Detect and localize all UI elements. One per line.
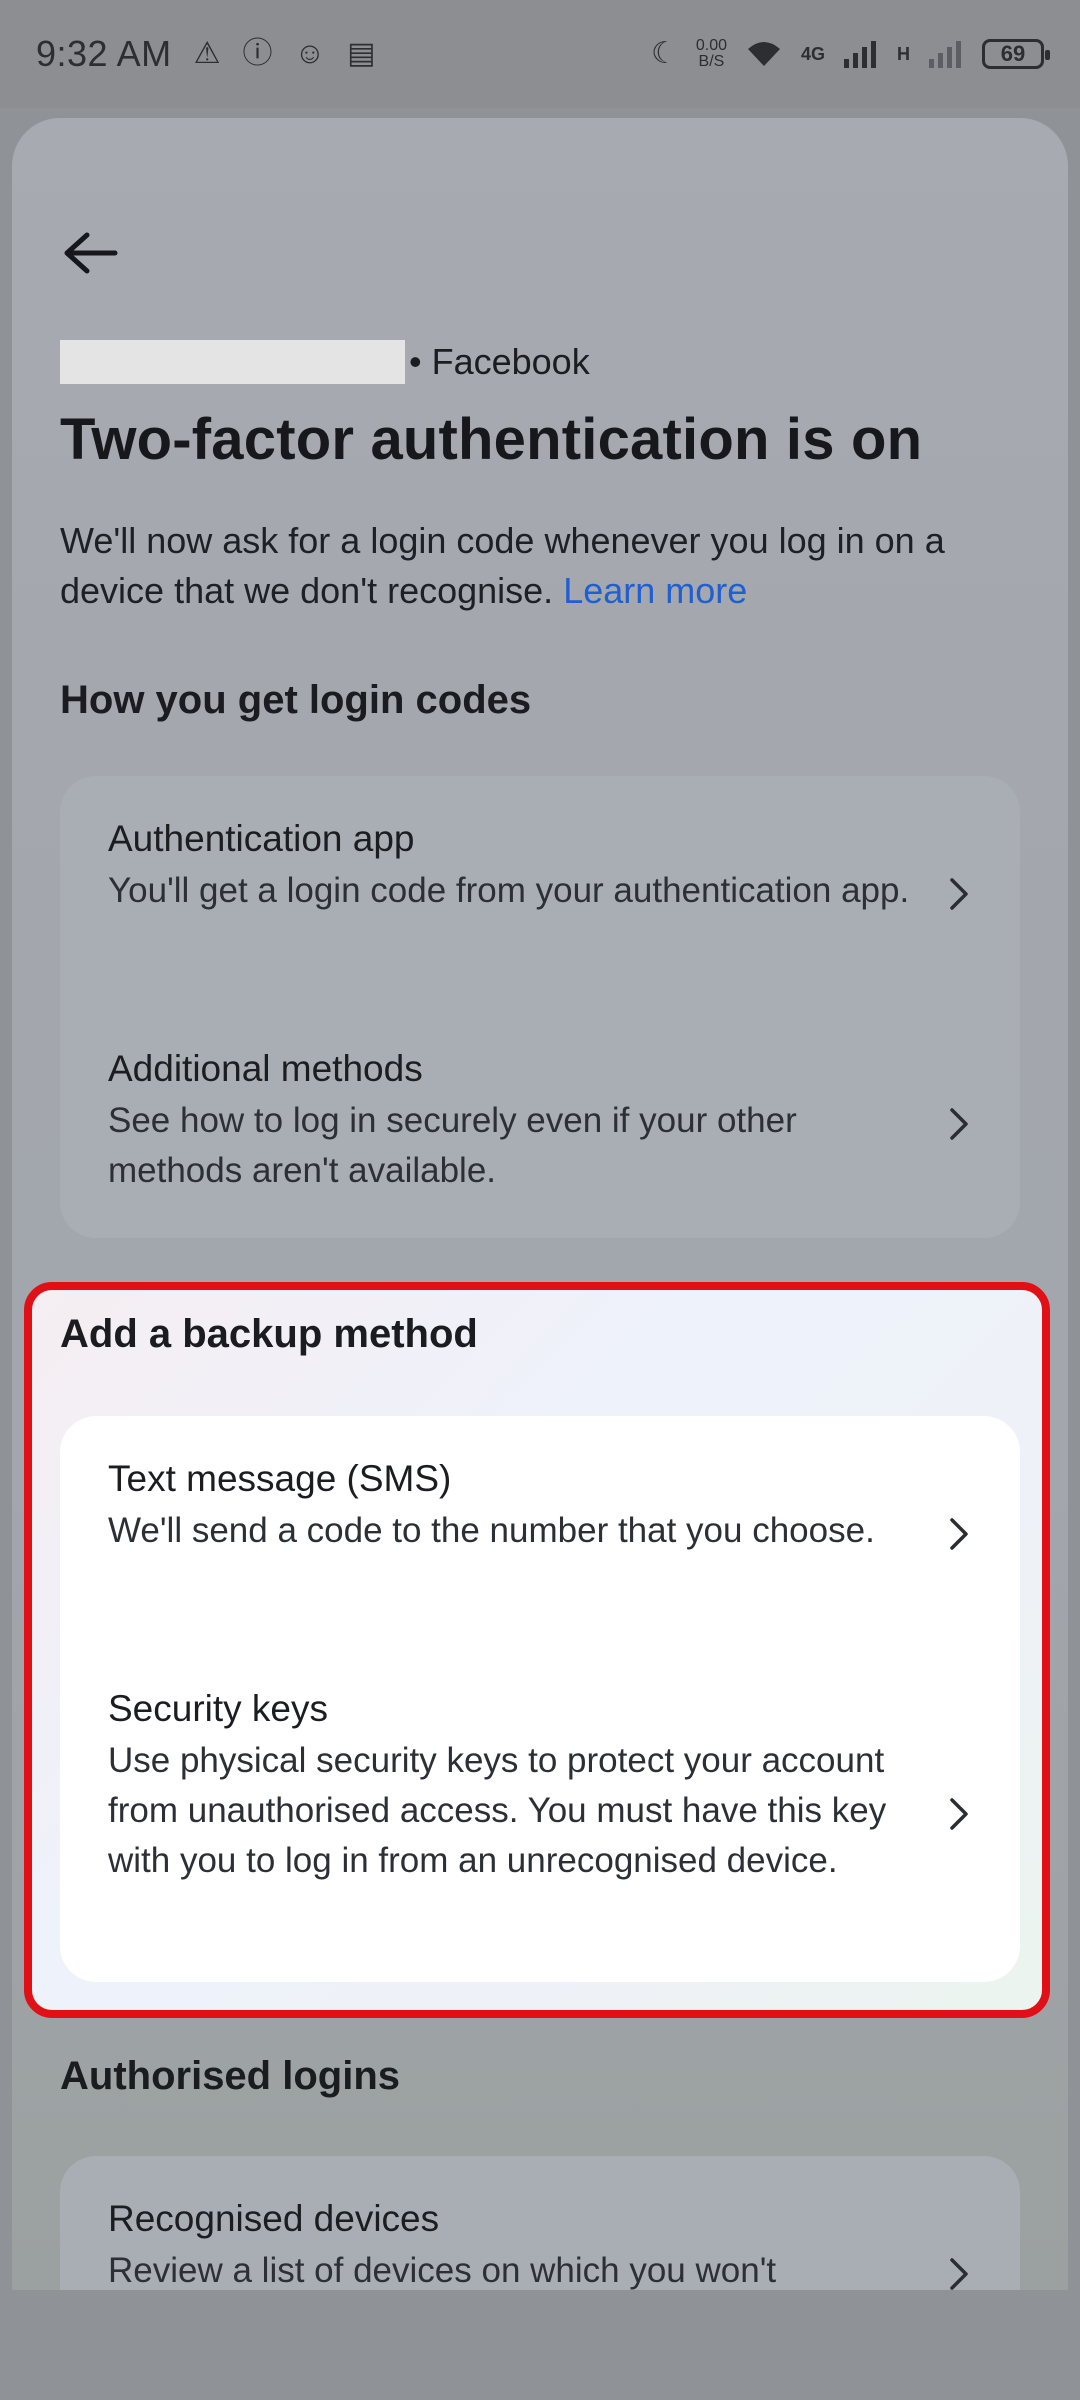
status-bar: 9:32 AM ⚠ ⓘ ☺ ▤ ☾ 0.00 B/S 4G H 69 xyxy=(0,0,1080,108)
security-keys-title: Security keys xyxy=(108,1688,329,1729)
clipboard-icon: ▤ xyxy=(347,37,376,70)
warning-icon: ⚠ xyxy=(193,37,221,70)
battery-icon: 69 xyxy=(982,39,1050,69)
page-description: We'll now ask for a login code whenever … xyxy=(60,516,1040,616)
chevron-right-icon xyxy=(950,1518,968,1550)
info-icon: ⓘ xyxy=(242,37,273,70)
bottom-overlay-bar xyxy=(0,2290,1080,2400)
smiley-icon: ☺ xyxy=(294,37,326,70)
authentication-app-item[interactable]: Authentication app You'll get a login co… xyxy=(60,818,1020,916)
wifi-icon xyxy=(747,42,780,66)
status-time: 9:32 AM xyxy=(36,33,172,74)
status-right: ☾ 0.00 B/S 4G H 69 xyxy=(650,37,1050,70)
description-text: We'll now ask for a login code whenever … xyxy=(60,520,945,611)
learn-more-link[interactable]: Learn more xyxy=(563,570,747,611)
page-title: Two-factor authentication is on xyxy=(60,407,923,472)
moon-icon: ☾ xyxy=(650,37,678,70)
security-keys-item[interactable]: Security keys Use physical security keys… xyxy=(60,1688,1020,1886)
arrow-left-icon xyxy=(64,232,118,274)
additional-methods-item[interactable]: Additional methods See how to log in sec… xyxy=(60,1048,1020,1196)
redacted-account-name xyxy=(60,340,405,384)
additional-methods-title: Additional methods xyxy=(108,1048,423,1089)
text-message-title: Text message (SMS) xyxy=(108,1458,452,1499)
recognised-devices-item[interactable]: Recognised devices Review a list of devi… xyxy=(60,2198,1020,2296)
two-factor-sheet: • Facebook Two-factor authentication is … xyxy=(12,118,1068,2400)
chevron-right-icon xyxy=(950,878,968,910)
back-button[interactable] xyxy=(56,218,126,288)
backup-method-card: Text message (SMS) We'll send a code to … xyxy=(60,1416,1020,1982)
battery-level: 69 xyxy=(1000,41,1026,66)
chevron-right-icon xyxy=(950,1798,968,1830)
net-speed: 0.00 B/S xyxy=(696,38,727,70)
account-platform: • Facebook xyxy=(409,341,590,382)
status-left: 9:32 AM ⚠ ⓘ ☺ ▤ xyxy=(36,33,376,75)
recognised-devices-desc: Review a list of devices on which you wo… xyxy=(108,2251,777,2290)
text-message-desc: We'll send a code to the number that you… xyxy=(108,1511,875,1550)
text-message-item[interactable]: Text message (SMS) We'll send a code to … xyxy=(60,1458,1020,1556)
net-speed-unit: B/S xyxy=(698,53,725,70)
signal-icon xyxy=(844,41,876,68)
network-type-4g: 4G xyxy=(800,44,825,64)
net-speed-value: 0.00 xyxy=(695,37,727,54)
login-codes-card: Authentication app You'll get a login co… xyxy=(60,776,1020,1238)
recognised-devices-title: Recognised devices xyxy=(108,2198,440,2239)
backup-method-heading: Add a backup method xyxy=(60,1312,478,1356)
chevron-right-icon xyxy=(950,2258,968,2290)
signal-weak-icon xyxy=(929,41,961,68)
login-codes-heading: How you get login codes xyxy=(60,678,532,722)
account-line: • Facebook xyxy=(60,340,590,384)
network-type-h: H xyxy=(897,44,910,64)
additional-methods-desc: See how to log in securely even if your … xyxy=(108,1101,797,1190)
authentication-app-desc: You'll get a login code from your authen… xyxy=(108,871,910,910)
security-keys-desc: Use physical security keys to protect yo… xyxy=(108,1741,887,1880)
authorised-logins-heading: Authorised logins xyxy=(60,2054,400,2098)
chevron-right-icon xyxy=(950,1108,968,1140)
authentication-app-title: Authentication app xyxy=(108,818,415,859)
